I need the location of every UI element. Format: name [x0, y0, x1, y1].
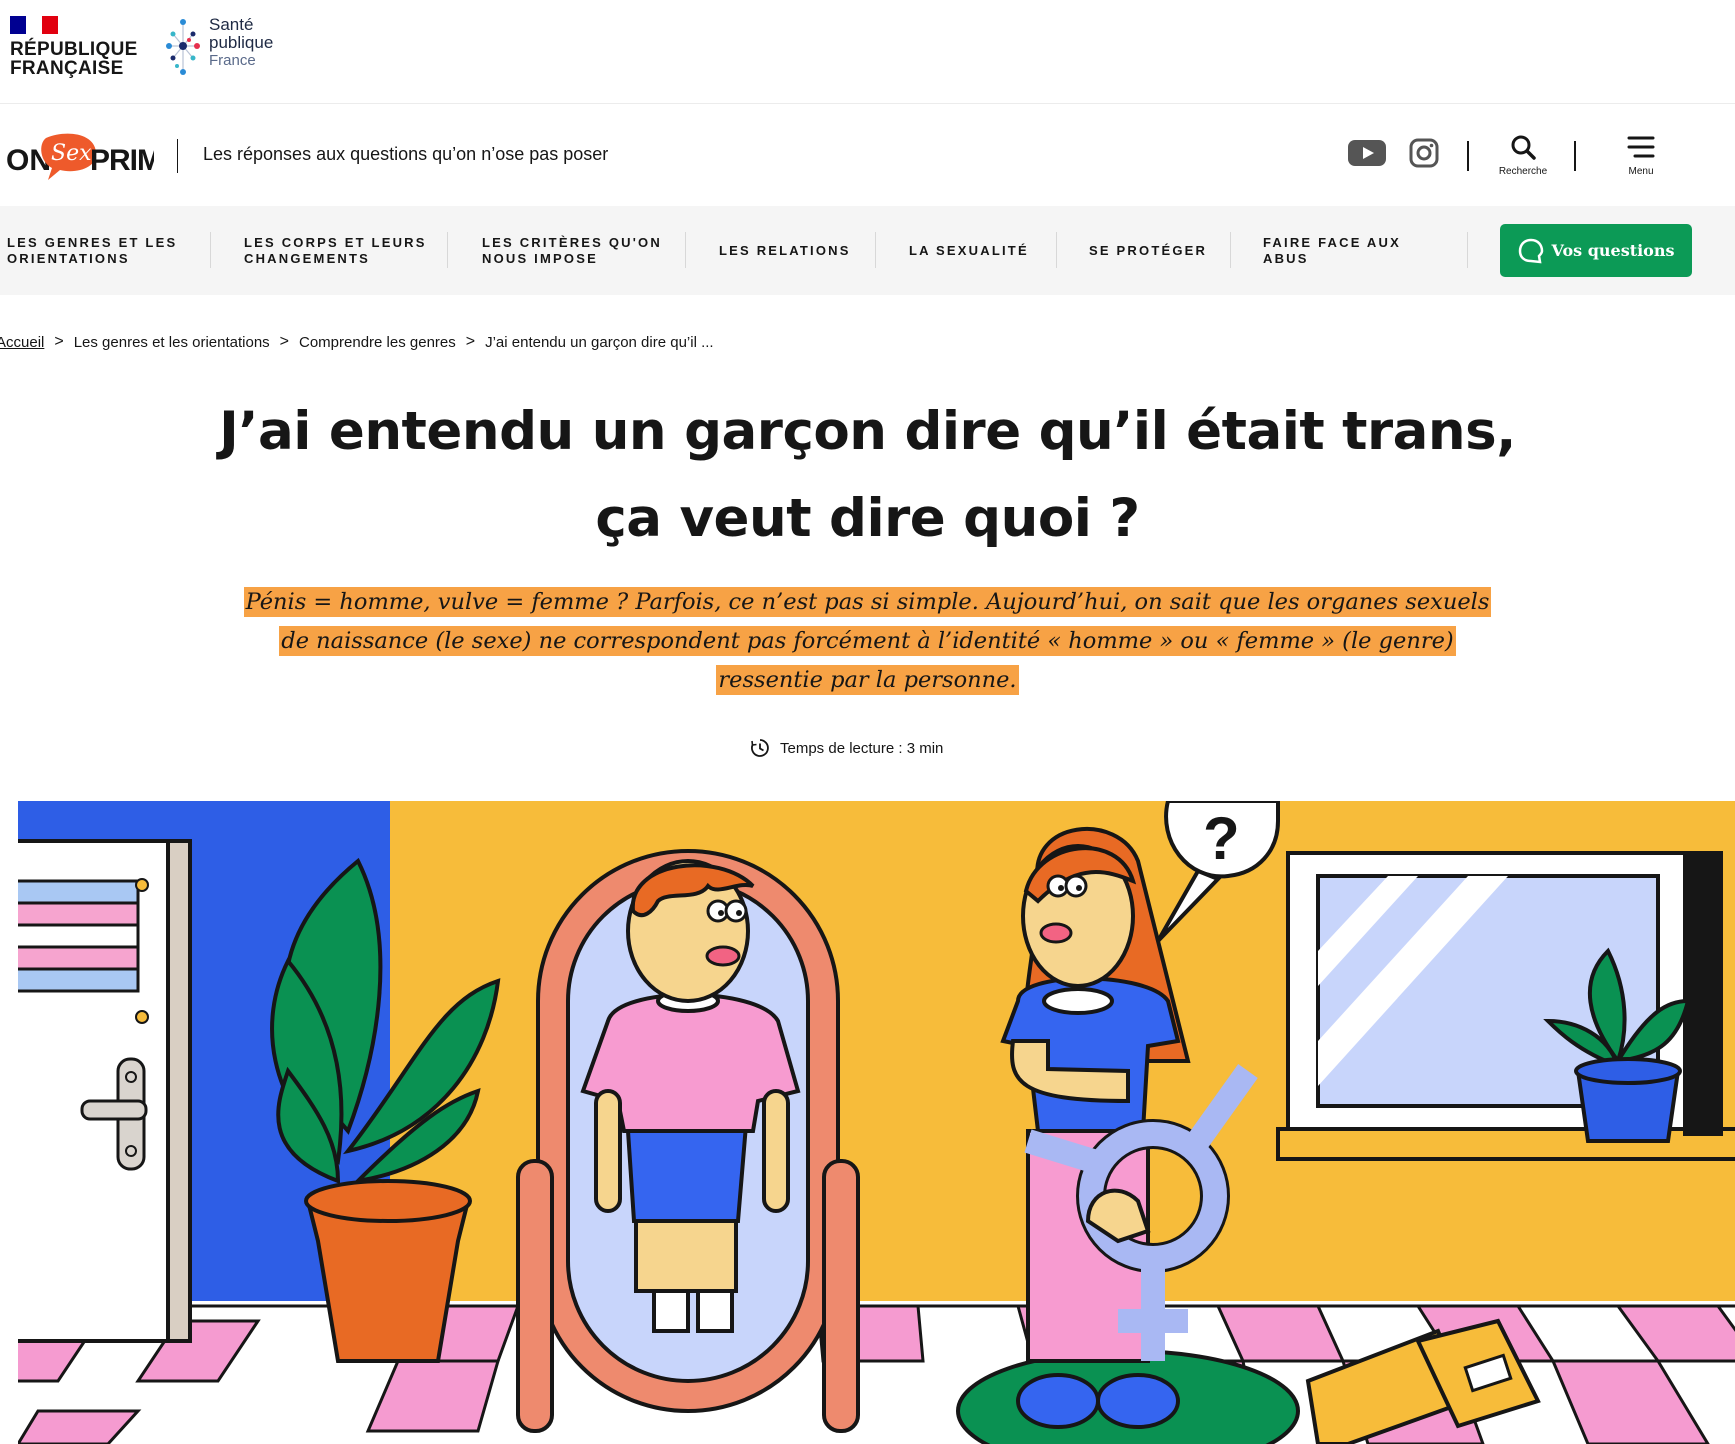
intro-line-2: de naissance (le sexe) ne correspondent … [279, 626, 1456, 656]
header-divider [177, 139, 178, 173]
door [18, 839, 192, 1343]
nav-separator [1056, 232, 1057, 268]
nav-separator [875, 232, 876, 268]
breadcrumb-link-genres[interactable]: Les genres et les orientations [74, 334, 270, 351]
breadcrumb-separator: > [465, 333, 476, 350]
vos-questions-button[interactable]: Vos questions [1500, 224, 1692, 277]
reading-time: Temps de lecture : 3 min [750, 738, 943, 758]
nav-item-relations[interactable]: Les relations [719, 206, 859, 295]
menu-label: Menu [1628, 166, 1654, 177]
nav-item-criteres[interactable]: Les critères qu'on nous impose [482, 206, 672, 295]
government-bar: RÉPUBLIQUE FRANÇAISE Santé publique Fran… [0, 0, 1735, 104]
hamburger-icon [1627, 136, 1655, 158]
search-icon [1511, 135, 1536, 160]
nav-item-abus[interactable]: Faire face aux abus [1263, 206, 1413, 295]
article-intro: Pénis = homme, vulve = femme ? Parfois, … [205, 583, 1530, 700]
intro-line-1: Pénis = homme, vulve = femme ? Parfois, … [243, 587, 1492, 617]
menu-button[interactable]: Menu [1606, 134, 1676, 177]
nav-separator [447, 232, 448, 268]
breadcrumb-separator: > [54, 333, 64, 350]
breadcrumb-home-link[interactable]: Accueil [0, 334, 44, 351]
main-nav: Les genres et les orientations Les corps… [0, 206, 1735, 295]
reading-time-text: Temps de lecture : 3 min [780, 739, 944, 757]
spf-line-2: publique [209, 33, 274, 52]
mirror [516, 849, 860, 1433]
page-title-line-1: J’ai entendu un garçon dire qu’il était … [219, 401, 1516, 462]
vos-questions-label: Vos questions [1551, 241, 1675, 260]
logo-prime: PRIME [90, 144, 154, 177]
sante-publique-france-logo[interactable]: Santé publique France [163, 16, 273, 78]
republique-francaise-logo[interactable]: RÉPUBLIQUE FRANÇAISE [10, 16, 138, 78]
question-mark: ? [1203, 805, 1240, 872]
logo-sex: Sex [51, 141, 92, 166]
instagram-icon[interactable] [1409, 138, 1439, 172]
sante-publique-network-icon [166, 19, 200, 75]
nav-item-sexualite[interactable]: La sexualité [909, 206, 1049, 295]
nav-item-corps[interactable]: Les corps et leurs changements [244, 206, 434, 295]
breadcrumb-separator: > [279, 333, 289, 350]
nav-separator [1230, 232, 1231, 268]
spf-line-1: Santé [209, 15, 254, 34]
nav-item-genres[interactable]: Les genres et les orientations [7, 206, 187, 295]
french-flag-icon [10, 16, 58, 34]
nav-item-se-proteger[interactable]: Se protéger [1089, 206, 1229, 295]
nav-separator [210, 232, 211, 268]
page-title: J’ai entendu un garçon dire qu’il était … [160, 388, 1575, 562]
site-tagline: Les réponses aux questions qu’on n’ose p… [203, 144, 609, 164]
page-title-line-2: ça veut dire quoi ? [595, 488, 1140, 549]
breadcrumb-current: J’ai entendu un garçon dire qu’il ... [485, 333, 714, 351]
nav-separator [1467, 232, 1468, 268]
republique-francaise-text: RÉPUBLIQUE FRANÇAISE [10, 39, 138, 79]
youtube-icon[interactable] [1348, 138, 1386, 172]
header-separator [1467, 141, 1469, 171]
speech-bubble-icon [1518, 238, 1543, 263]
search-label: Recherche [1498, 166, 1548, 177]
article-illustration: ? [18, 801, 1735, 1444]
breadcrumb-link-comprendre[interactable]: Comprendre les genres [299, 334, 456, 351]
onsexprime-logo[interactable]: ON Sex PRIME [4, 128, 181, 184]
nav-separator [685, 232, 686, 268]
site-header: ON Sex PRIME Les réponses aux questions … [0, 104, 1735, 206]
spf-line-3: France [209, 52, 256, 69]
clock-icon [751, 739, 769, 757]
header-separator [1574, 141, 1576, 171]
intro-line-3: ressentie par la personne. [716, 665, 1019, 695]
search-button[interactable]: Recherche [1488, 134, 1558, 177]
breadcrumb: Accueil > Les genres et les orientations… [0, 333, 714, 351]
